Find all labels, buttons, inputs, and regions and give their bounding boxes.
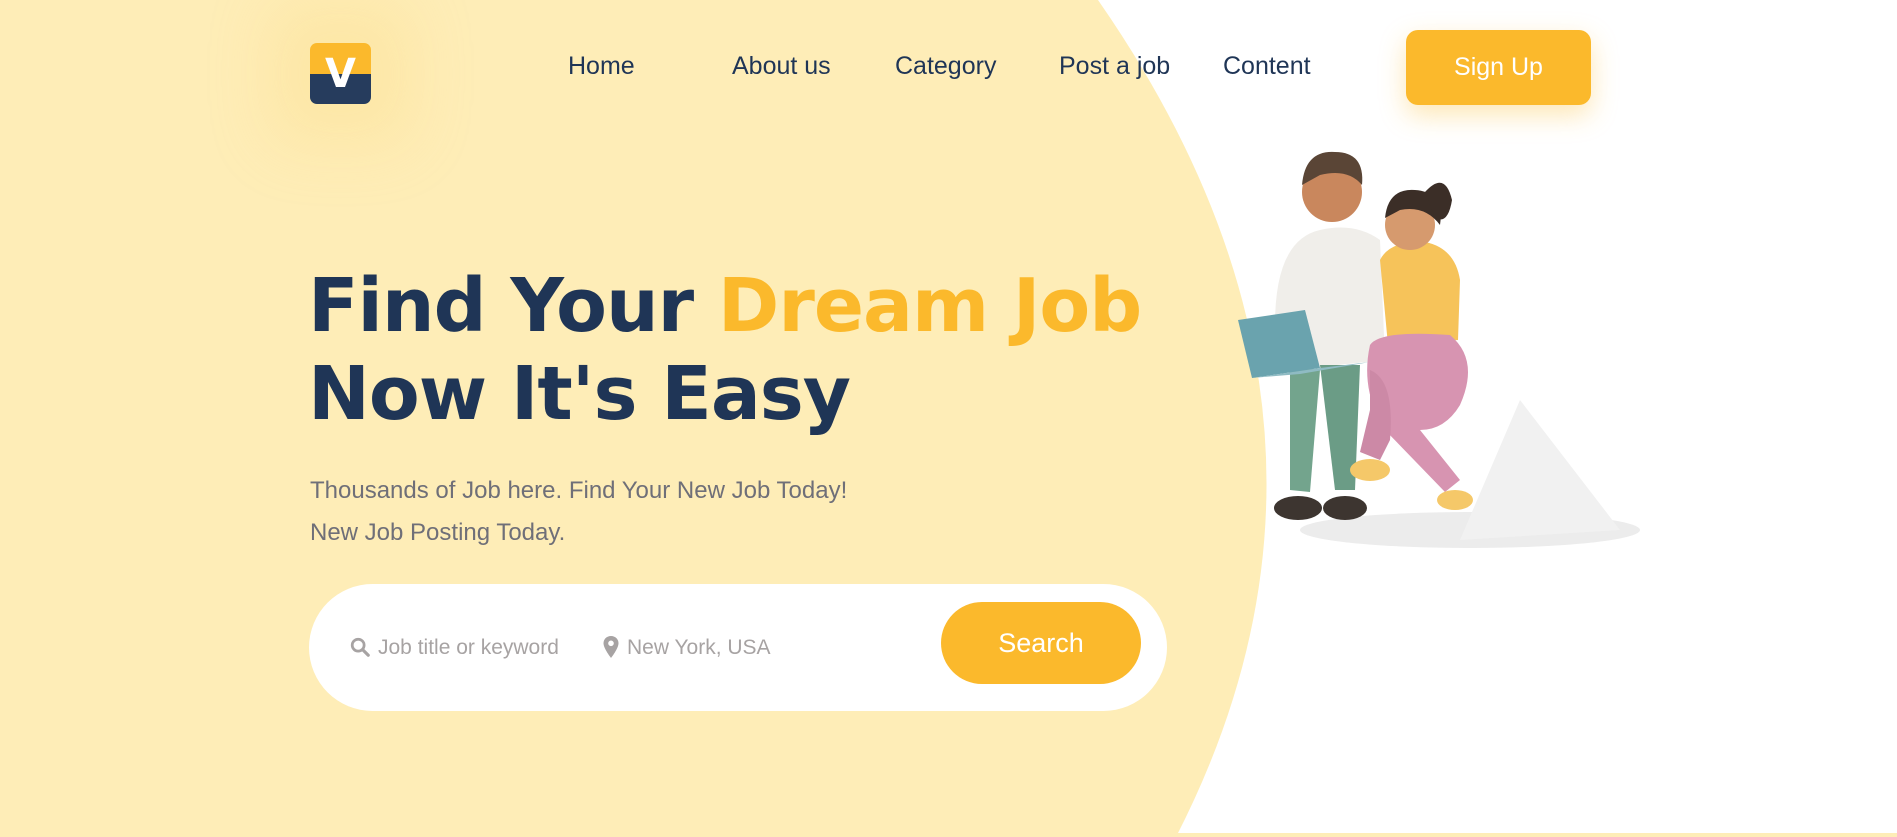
hero-title-part1: Find Your	[308, 263, 718, 349]
nav-home[interactable]: Home	[568, 48, 635, 84]
hero-title-line2: Now It's Easy	[308, 351, 851, 437]
people-with-laptop-illustration	[1238, 151, 1640, 548]
map-pin-icon	[603, 636, 619, 658]
hero-title-accent: Dream Job	[717, 263, 1142, 349]
nav-category[interactable]: Category	[895, 48, 996, 84]
job-search-bar: Search	[309, 584, 1167, 711]
hero-subtitle: Thousands of Job here. Find Your New Job…	[310, 477, 848, 546]
brand-logo[interactable]: V	[310, 43, 371, 104]
job-keyword-input[interactable]	[378, 628, 593, 668]
sign-up-button[interactable]: Sign Up	[1406, 30, 1591, 105]
nav-about-us[interactable]: About us	[732, 48, 831, 84]
location-input[interactable]	[627, 628, 927, 668]
nav-post-a-job[interactable]: Post a job	[1059, 48, 1170, 84]
hero-title: Find Your Dream Job Now It's Easy	[308, 262, 1142, 438]
search-button[interactable]: Search	[941, 602, 1141, 684]
search-icon	[350, 637, 370, 657]
nav-content[interactable]: Content	[1223, 48, 1311, 84]
logo-letter: V	[325, 50, 356, 97]
